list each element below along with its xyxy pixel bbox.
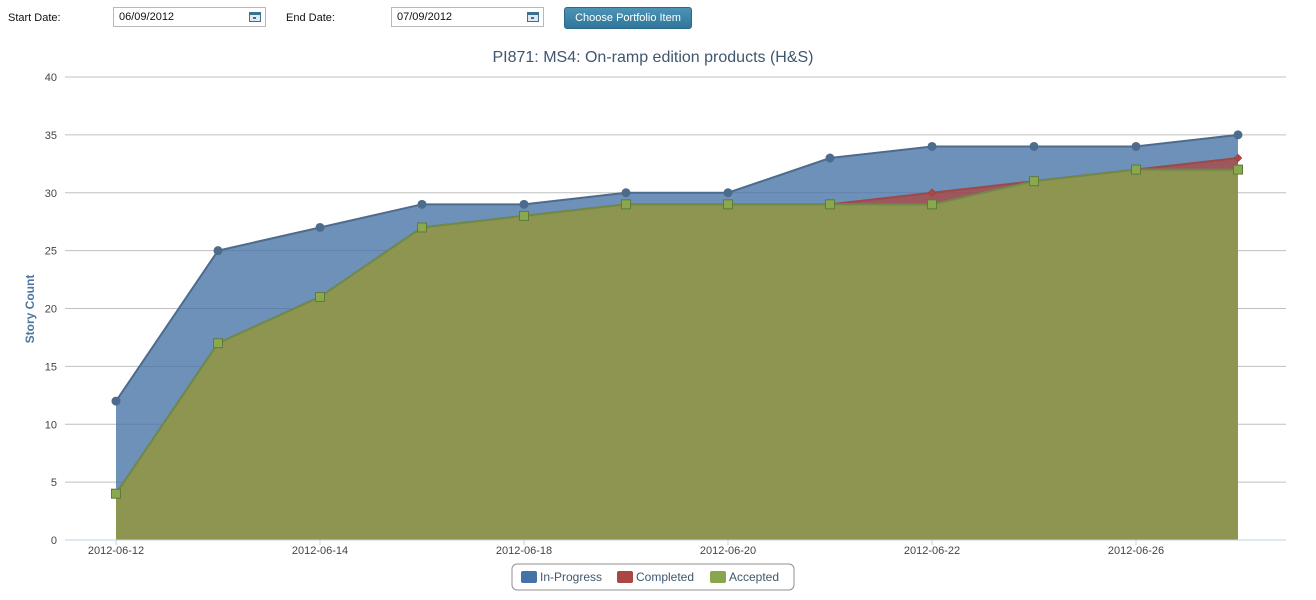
point-accepted[interactable] — [1029, 176, 1039, 187]
point-in-progress[interactable] — [1029, 141, 1039, 151]
point-accepted[interactable] — [621, 199, 631, 210]
y-tick-label: 40 — [45, 72, 57, 84]
x-tick-label: 2012-06-26 — [1108, 545, 1164, 557]
x-tick-label: 2012-06-14 — [292, 545, 348, 557]
x-tick-label: 2012-06-12 — [88, 545, 144, 557]
point-accepted[interactable] — [927, 199, 937, 210]
y-tick-label: 5 — [51, 477, 57, 489]
point-in-progress[interactable] — [315, 222, 325, 232]
point-accepted[interactable] — [213, 338, 223, 349]
point-accepted[interactable] — [417, 222, 427, 233]
y-tick-label: 20 — [45, 304, 57, 316]
x-tick-label: 2012-06-22 — [904, 545, 960, 557]
series-areas — [115, 133, 1239, 540]
point-accepted[interactable] — [1131, 164, 1141, 175]
y-tick-label: 10 — [45, 419, 57, 431]
y-tick-label: 25 — [45, 246, 57, 258]
x-tick-label: 2012-06-20 — [700, 545, 756, 557]
legend-swatch[interactable] — [710, 571, 726, 583]
y-tick-label: 35 — [45, 130, 57, 142]
point-accepted[interactable] — [1233, 164, 1243, 175]
legend-item-completed[interactable]: Completed — [636, 570, 694, 584]
point-in-progress[interactable] — [1131, 141, 1141, 151]
point-in-progress[interactable] — [723, 188, 733, 198]
point-in-progress[interactable] — [417, 199, 427, 209]
legend-swatch[interactable] — [521, 571, 537, 583]
area-accepted — [116, 169, 1238, 540]
point-in-progress[interactable] — [927, 141, 937, 151]
point-accepted[interactable] — [723, 199, 733, 210]
y-tick-label: 0 — [51, 535, 57, 547]
point-in-progress[interactable] — [519, 199, 529, 209]
point-accepted[interactable] — [825, 199, 835, 210]
point-in-progress[interactable] — [825, 153, 835, 163]
point-accepted[interactable] — [315, 291, 325, 302]
y-axis-title: Story Count — [23, 275, 37, 344]
chart-title: PI871: MS4: On-ramp edition products (H&… — [492, 49, 813, 66]
legend-item-accepted[interactable]: Accepted — [729, 570, 779, 584]
x-tick-label: 2012-06-18 — [496, 545, 552, 557]
burnup-chart: PI871: MS4: On-ramp edition products (H&… — [23, 49, 1286, 591]
legend-item-in-progress[interactable]: In-Progress — [540, 570, 602, 584]
y-tick-label: 30 — [45, 188, 57, 200]
point-in-progress[interactable] — [621, 188, 631, 198]
point-in-progress[interactable] — [1233, 130, 1243, 140]
legend[interactable]: In-Progress Completed Accepted — [511, 563, 795, 591]
legend-swatch[interactable] — [617, 571, 633, 583]
point-in-progress[interactable] — [213, 246, 223, 256]
y-tick-label: 15 — [45, 361, 57, 373]
point-accepted[interactable] — [111, 488, 121, 499]
point-accepted[interactable] — [519, 210, 529, 221]
point-in-progress[interactable] — [111, 396, 121, 406]
